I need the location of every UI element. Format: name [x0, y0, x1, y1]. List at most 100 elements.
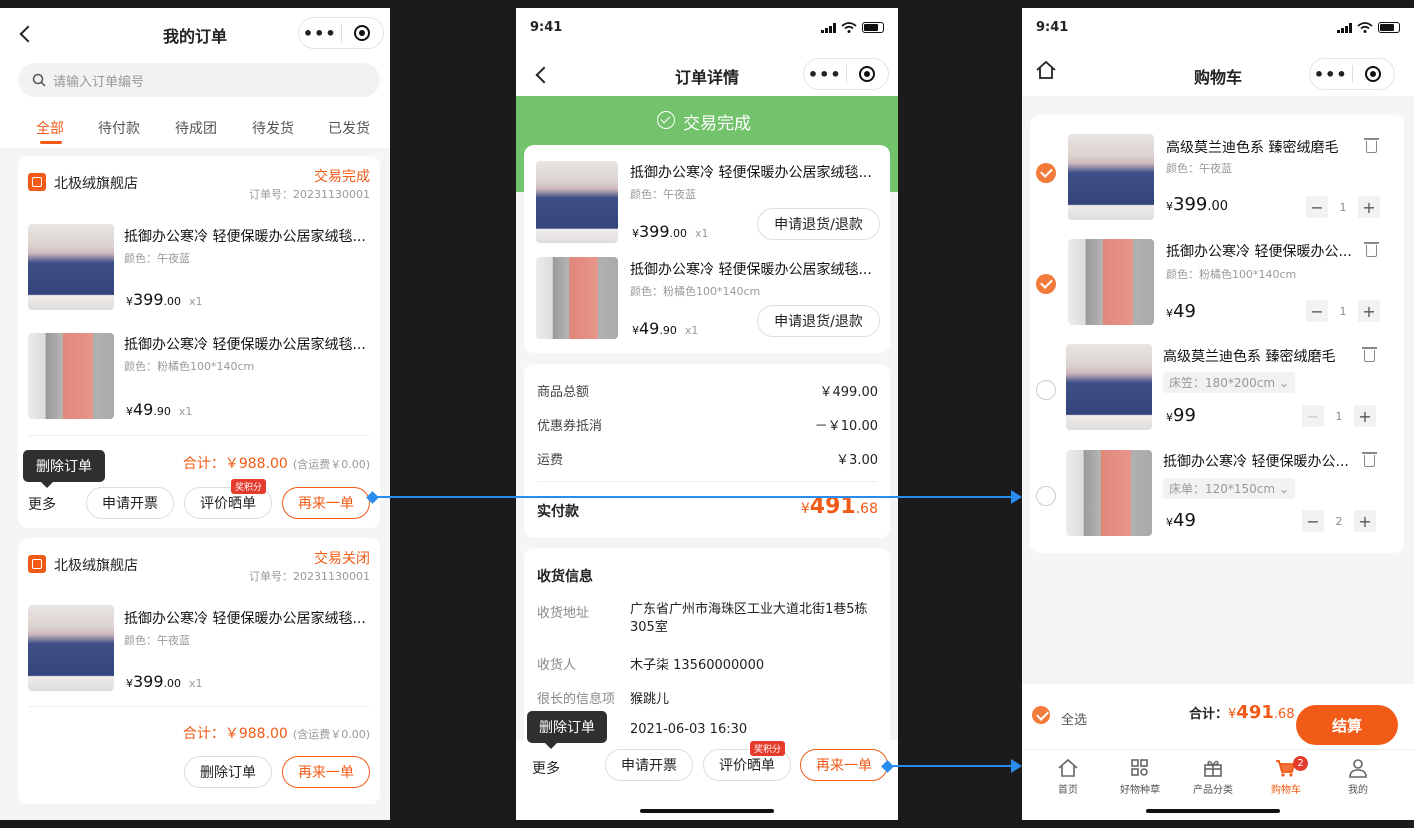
buy-again-button[interactable]: 再来一单 [800, 749, 888, 781]
shipping-address: 广东省广州市海珠区工业大道北街1巷5栋305室 [630, 602, 868, 635]
product-price: ¥49 [1166, 510, 1196, 531]
cart-screen: 9:41 购物车 ••• 高级莫兰迪色系 臻密绒磨毛 颜色：午夜蓝 ¥399.0… [1022, 8, 1414, 820]
summary-label: 优惠券抵消 [537, 419, 603, 434]
tab-category[interactable]: 产品分类 [1183, 758, 1243, 796]
tab-pending-payment[interactable]: 待付款 [98, 118, 140, 138]
product-image[interactable] [28, 224, 114, 310]
product-spec: 颜色：午夜蓝 [1166, 162, 1232, 175]
product-spec: 颜色：午夜蓝 [124, 634, 190, 647]
product-image[interactable] [28, 333, 114, 419]
checkout-bar: 全选 合计：¥491.68 结算 [1022, 684, 1414, 750]
product-price: ¥99 [1166, 405, 1196, 426]
product-image[interactable] [28, 605, 114, 691]
refund-button[interactable]: 申请退货/退款 [757, 305, 880, 337]
invoice-button[interactable]: 申请开票 [86, 487, 174, 519]
product-image[interactable] [536, 257, 618, 339]
quantity-stepper[interactable]: −1 + [1302, 405, 1376, 427]
summary-label: 运费 [537, 453, 564, 468]
tab-home[interactable]: 首页 [1038, 758, 1098, 796]
wifi-icon [841, 22, 857, 33]
delete-order-tooltip[interactable]: 删除订单 [527, 711, 607, 749]
item-checkbox[interactable] [1036, 486, 1056, 506]
delete-icon[interactable] [1364, 242, 1379, 257]
item-checkbox[interactable] [1036, 274, 1056, 294]
increase-button[interactable]: + [1358, 300, 1380, 322]
summary-value: ￥499.00 [819, 385, 879, 400]
product-name[interactable]: 高级莫兰迪色系 臻密绒磨毛 [1163, 346, 1353, 366]
invoice-button[interactable]: 申请开票 [605, 749, 693, 781]
status-time: 9:41 [530, 20, 563, 35]
shipping-label: 很长的信息项 [537, 692, 616, 707]
mini-program-capsule: ••• [298, 17, 384, 49]
tab-shipped[interactable]: 已发货 [328, 118, 370, 138]
product-name[interactable]: 抵御办公寒冷 轻便保暖办公... [1163, 451, 1353, 471]
summary-label: 商品总额 [537, 385, 590, 400]
spec-dropdown[interactable]: 床笠：180*200cm ⌄ [1163, 372, 1295, 393]
product-image[interactable] [536, 161, 618, 243]
product-image[interactable] [1068, 134, 1154, 220]
decrease-button[interactable]: − [1302, 510, 1324, 532]
more-link[interactable]: 更多 [28, 494, 56, 514]
delete-order-tooltip[interactable]: 删除订单 [23, 450, 105, 488]
delete-order-button[interactable]: 删除订单 [184, 756, 272, 788]
shop-name[interactable]: 北极绒旗舰店 [54, 555, 138, 575]
increase-button[interactable]: + [1358, 196, 1380, 218]
delete-icon[interactable] [1362, 347, 1377, 362]
tab-pending-group[interactable]: 待成团 [175, 118, 217, 138]
more-dots-icon[interactable]: ••• [804, 65, 846, 84]
more-dots-icon[interactable]: ••• [1310, 65, 1352, 84]
close-target-icon[interactable] [846, 66, 888, 82]
mini-program-capsule: ••• [803, 58, 889, 90]
search-placeholder: 请输入订单编号 [53, 75, 145, 90]
quantity-stepper[interactable]: −1 + [1306, 196, 1380, 218]
select-all-label[interactable]: 全选 [1061, 709, 1087, 728]
product-image[interactable] [1066, 450, 1152, 536]
delete-icon[interactable] [1364, 138, 1379, 153]
product-image[interactable] [1068, 239, 1154, 325]
checkout-button[interactable]: 结算 [1296, 705, 1398, 745]
order-card[interactable]: 北极绒旗舰店 交易关闭 订单号：20231130001 抵御办公寒冷 轻便保暖办… [18, 538, 380, 804]
close-target-icon[interactable] [341, 25, 383, 41]
increase-button[interactable]: + [1354, 510, 1376, 532]
decrease-button[interactable]: − [1302, 405, 1324, 427]
shop-name[interactable]: 北极绒旗舰店 [54, 173, 138, 193]
item-checkbox[interactable] [1036, 380, 1056, 400]
tab-active-indicator [40, 141, 62, 144]
order-card[interactable]: 北极绒旗舰店 交易完成 订单号：20231130001 抵御办公寒冷 轻便保暖办… [18, 156, 380, 528]
increase-button[interactable]: + [1354, 405, 1376, 427]
tab-pending-shipment[interactable]: 待发货 [252, 118, 294, 138]
tab-profile[interactable]: 我的 [1328, 758, 1388, 796]
product-name[interactable]: 高级莫兰迪色系 臻密绒磨毛 [1166, 137, 1356, 157]
decrease-button[interactable]: − [1306, 196, 1328, 218]
more-link[interactable]: 更多 [532, 758, 560, 778]
product-name[interactable]: 抵御办公寒冷 轻便保暖办公居家绒毯... [124, 608, 370, 628]
product-name[interactable]: 抵御办公寒冷 轻便保暖办公居家绒毯... [630, 259, 880, 279]
item-checkbox[interactable] [1036, 163, 1056, 183]
product-name[interactable]: 抵御办公寒冷 轻便保暖办公居家绒毯... [124, 226, 370, 246]
tab-all[interactable]: 全部 [36, 118, 64, 138]
search-input[interactable]: 请输入订单编号 [18, 63, 380, 97]
flow-connector [888, 765, 1012, 767]
tab-recommend[interactable]: 好物种草 [1110, 758, 1170, 796]
decrease-button[interactable]: − [1306, 300, 1328, 322]
shipping-label: 收货地址 [537, 606, 590, 621]
close-target-icon[interactable] [1352, 66, 1394, 82]
divider [28, 706, 370, 707]
refund-button[interactable]: 申请退货/退款 [757, 208, 880, 240]
home-indicator [640, 809, 774, 813]
product-image[interactable] [1066, 344, 1152, 430]
order-time: 2021-06-03 16:30 [630, 722, 748, 737]
select-all-checkbox[interactable] [1032, 706, 1050, 724]
product-name[interactable]: 抵御办公寒冷 轻便保暖办公... [1166, 241, 1356, 261]
buy-again-button[interactable]: 再来一单 [282, 487, 370, 519]
quantity-stepper[interactable]: −2 + [1302, 510, 1376, 532]
product-name[interactable]: 抵御办公寒冷 轻便保暖办公居家绒毯... [124, 334, 370, 354]
delete-icon[interactable] [1362, 452, 1377, 467]
product-name[interactable]: 抵御办公寒冷 轻便保暖办公居家绒毯... [630, 162, 880, 182]
tab-label: 我的 [1348, 785, 1368, 796]
order-list-screen: 我的订单 ••• 请输入订单编号 全部 待付款 待成团 待发货 已发货 北极绒旗… [0, 8, 390, 820]
more-dots-icon[interactable]: ••• [299, 24, 341, 43]
spec-dropdown[interactable]: 床单：120*150cm ⌄ [1163, 478, 1295, 499]
quantity-stepper[interactable]: −1 + [1306, 300, 1380, 322]
buy-again-button[interactable]: 再来一单 [282, 756, 370, 788]
